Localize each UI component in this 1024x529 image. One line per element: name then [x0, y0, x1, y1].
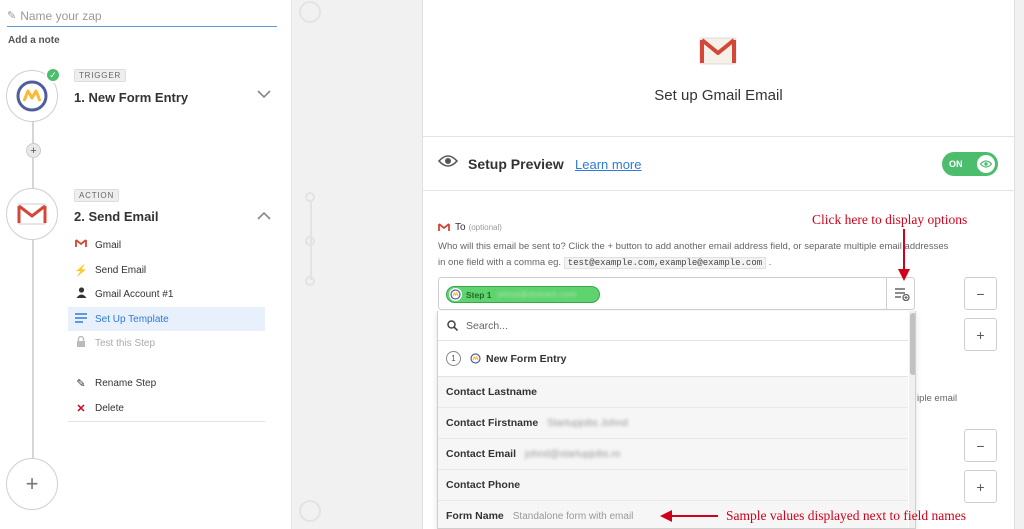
- toggle-label: ON: [949, 159, 963, 169]
- trigger-step-icon[interactable]: ✓: [6, 67, 61, 122]
- to-field-help: Who will this email be sent to? Click th…: [438, 241, 949, 269]
- chevron-down-icon[interactable]: [257, 86, 271, 102]
- gmail-logo-icon: [699, 37, 737, 65]
- gmail-icon: [438, 223, 450, 231]
- substep-gmail[interactable]: Gmail: [68, 233, 265, 257]
- chevron-up-icon[interactable]: [257, 208, 271, 224]
- panel-title: Set up Gmail Email: [654, 87, 783, 104]
- panel-header: Set up Gmail Email: [423, 0, 1014, 137]
- substep-test-step: Test this Step: [68, 331, 265, 355]
- gmail-icon: [74, 239, 88, 251]
- canvas-node: [305, 276, 315, 286]
- setup-preview-title: Setup Preview: [468, 156, 564, 172]
- mautic-app-icon: [16, 80, 48, 112]
- canvas-node: [299, 1, 321, 23]
- dropdown-search-input[interactable]: [466, 319, 866, 332]
- dropdown-option[interactable]: Contact Phone: [438, 470, 908, 501]
- pencil-icon: ✎: [76, 377, 86, 390]
- lock-icon: [74, 335, 88, 350]
- user-icon: [74, 287, 88, 301]
- substep-set-up-template[interactable]: Set Up Template: [68, 307, 265, 331]
- timeline-line: [32, 240, 34, 458]
- delete-step-link[interactable]: ✕ Delete: [68, 396, 265, 420]
- add-field-button[interactable]: +: [964, 470, 997, 503]
- rename-step-link[interactable]: ✎ Rename Step: [68, 371, 265, 395]
- trigger-step-title[interactable]: 1. New Form Entry: [74, 90, 188, 105]
- gmail-app-icon: [17, 203, 47, 225]
- zap-editor-sidebar: ✎ Add a note ✓ TRIGGER 1. New Form Entry…: [0, 0, 292, 529]
- mautic-app-icon: [449, 288, 462, 301]
- canvas-node: [305, 192, 315, 202]
- check-icon: ✓: [45, 67, 61, 83]
- add-step-button[interactable]: +: [26, 143, 41, 158]
- step-number-badge: 1: [446, 351, 461, 366]
- remove-field-button[interactable]: −: [964, 277, 997, 310]
- mautic-app-icon: [470, 353, 481, 364]
- dropdown-option[interactable]: Contact Email johnd@startupjobs.ro: [438, 439, 908, 470]
- step1-pill[interactable]: Step 1 johnd@domain.com: [446, 286, 600, 303]
- example-code: test@example.com,example@example.com: [563, 257, 767, 269]
- canvas-node: [305, 236, 315, 246]
- dropdown-option[interactable]: Contact Lastname: [438, 377, 908, 408]
- eye-icon: [977, 155, 995, 173]
- zap-name-input[interactable]: [20, 8, 261, 23]
- list-icon: [74, 312, 88, 326]
- field-options-dropdown: 1 New Form Entry Contact Lastname Contac…: [437, 311, 916, 529]
- add-note-link[interactable]: Add a note: [8, 35, 60, 46]
- help-text-partial: iple email: [917, 393, 958, 404]
- learn-more-link[interactable]: Learn more: [575, 157, 641, 172]
- action-tag: ACTION: [74, 189, 120, 202]
- divider: [68, 421, 265, 422]
- dropdown-group-header[interactable]: 1 New Form Entry: [438, 341, 908, 377]
- canvas-node: [299, 500, 321, 522]
- preview-toggle[interactable]: ON: [942, 152, 998, 176]
- dropdown-scrollbar[interactable]: [909, 311, 915, 528]
- remove-field-button[interactable]: −: [964, 429, 997, 462]
- dropdown-option[interactable]: Contact Firstname Startupjobs Johnd: [438, 408, 908, 439]
- dropdown-search[interactable]: [438, 311, 908, 341]
- to-input-field[interactable]: Step 1 johnd@domain.com: [438, 277, 915, 310]
- action-step-title[interactable]: 2. Send Email: [74, 209, 159, 224]
- annotation-samples: Sample values displayed next to field na…: [726, 508, 966, 523]
- list-add-icon: [894, 287, 910, 301]
- bolt-icon: ⚡: [74, 264, 88, 277]
- pencil-icon: ✎: [7, 10, 17, 22]
- substep-gmail-account[interactable]: Gmail Account #1: [68, 282, 265, 306]
- scrollbar-thumb[interactable]: [910, 313, 915, 375]
- search-icon: [447, 320, 458, 331]
- to-field-label: To (optional): [438, 222, 502, 233]
- annotation-arrow-down: [898, 229, 910, 281]
- close-icon: ✕: [76, 402, 86, 415]
- annotation-arrow-left: [660, 510, 718, 522]
- add-field-button[interactable]: +: [964, 318, 997, 351]
- setup-preview-bar: Setup Preview Learn more ON: [423, 137, 1014, 191]
- trigger-tag: TRIGGER: [74, 69, 127, 82]
- zap-name-field[interactable]: ✎: [7, 5, 277, 27]
- action-step-icon[interactable]: [6, 188, 58, 240]
- add-step-button-bottom[interactable]: +: [6, 458, 58, 510]
- annotation-options: Click here to display options: [812, 212, 968, 227]
- substep-send-email[interactable]: ⚡ Send Email: [68, 258, 265, 282]
- eye-icon: [438, 155, 458, 167]
